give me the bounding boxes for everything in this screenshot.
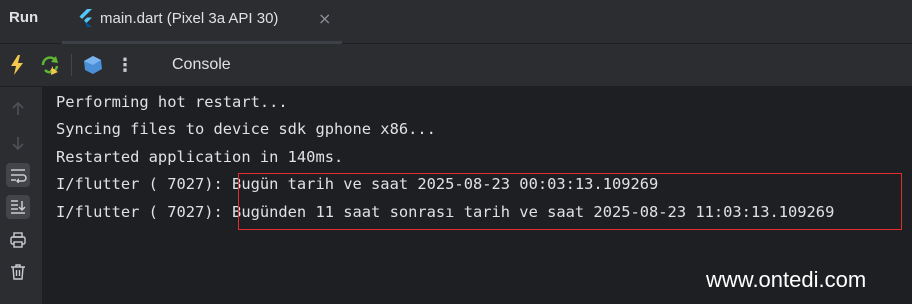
console-side-toolbar	[0, 87, 42, 304]
trash-icon[interactable]	[6, 260, 30, 284]
hot-restart-icon[interactable]	[39, 54, 61, 76]
run-title: Run	[9, 9, 39, 26]
run-tool-window-header: Run main.dart (Pixel 3a API 30) ×	[0, 0, 912, 44]
console-line: Performing hot restart...	[56, 93, 288, 111]
soft-wrap-icon[interactable]	[6, 163, 30, 187]
scroll-to-end-icon[interactable]	[6, 195, 30, 219]
tab-main-dart[interactable]: main.dart (Pixel 3a API 30) ×	[62, 0, 342, 44]
arrow-down-icon[interactable]	[6, 131, 30, 155]
tab-title: main.dart (Pixel 3a API 30)	[100, 10, 279, 27]
highlight-annotation-box	[238, 173, 902, 230]
print-icon[interactable]	[6, 228, 30, 252]
console-toolbar: ⋮ Console	[0, 44, 912, 87]
flutter-icon	[79, 9, 92, 27]
dart-devtools-icon[interactable]	[82, 54, 104, 76]
toolbar-separator	[71, 54, 72, 76]
hot-reload-icon[interactable]	[6, 54, 28, 76]
console-line: Syncing files to device sdk gphone x86..…	[56, 120, 436, 138]
console-line: Restarted application in 140ms.	[56, 148, 344, 166]
arrow-up-icon[interactable]	[6, 97, 30, 121]
close-icon[interactable]: ×	[318, 9, 331, 28]
tab-console[interactable]: Console	[172, 56, 231, 74]
watermark: www.ontedi.com	[706, 267, 867, 292]
more-options-icon[interactable]: ⋮	[114, 54, 136, 76]
